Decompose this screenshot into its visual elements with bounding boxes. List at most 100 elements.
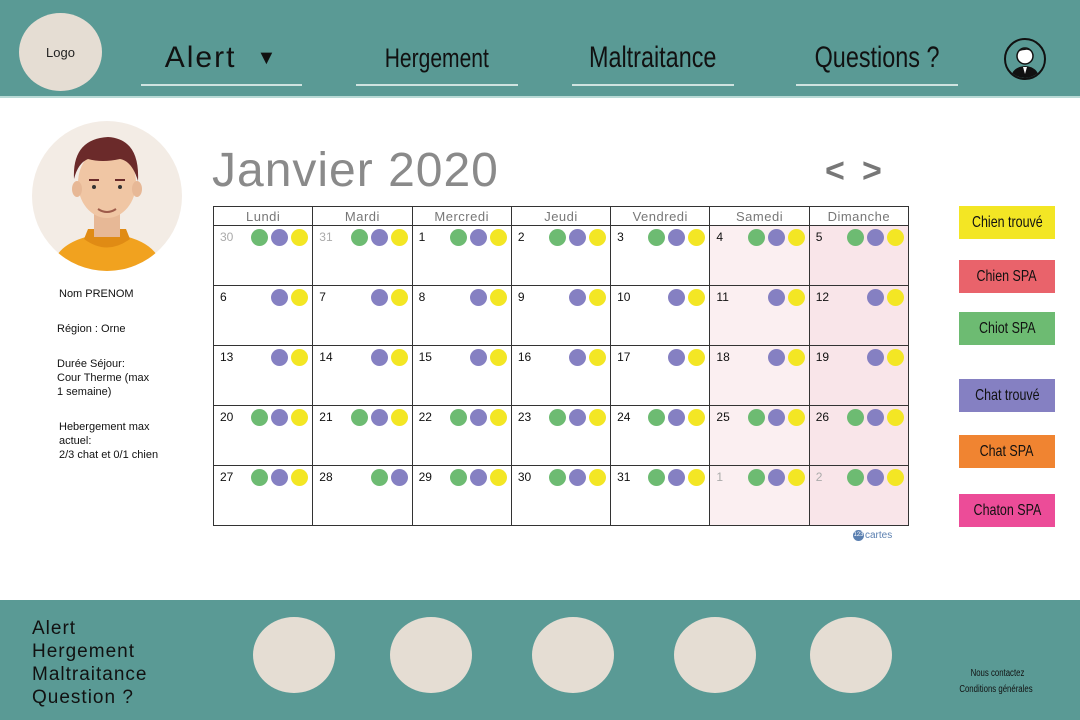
event-dot-purple[interactable] <box>767 469 785 486</box>
calendar-day-cell[interactable]: 25 <box>709 405 810 466</box>
footer-link-question[interactable]: Question ? <box>32 686 148 709</box>
event-dot-green[interactable] <box>549 229 567 246</box>
event-dot-yellow[interactable] <box>291 289 309 306</box>
footer-social-button[interactable] <box>810 617 892 693</box>
calendar-day-cell[interactable]: 1 <box>709 465 810 526</box>
event-dot-yellow[interactable] <box>688 289 706 306</box>
event-dot-green[interactable] <box>350 229 368 246</box>
footer-social-button[interactable] <box>532 617 614 693</box>
event-dot-green[interactable] <box>747 469 765 486</box>
footer-social-button[interactable] <box>674 617 756 693</box>
event-dot-purple[interactable] <box>469 349 487 366</box>
event-dot-purple[interactable] <box>767 229 785 246</box>
logo[interactable]: Logo <box>19 13 102 91</box>
event-dot-purple[interactable] <box>469 289 487 306</box>
event-dot-purple[interactable] <box>767 289 785 306</box>
calendar-day-cell[interactable]: 31 <box>610 465 711 526</box>
event-dot-purple[interactable] <box>668 349 686 366</box>
footer-conditions-link[interactable]: Conditions générales <box>940 684 1052 695</box>
event-dot-purple[interactable] <box>569 289 587 306</box>
calendar-day-cell[interactable]: 17 <box>610 345 711 406</box>
event-dot-purple[interactable] <box>569 349 587 366</box>
event-dot-green[interactable] <box>251 229 269 246</box>
event-dot-yellow[interactable] <box>489 229 507 246</box>
calendar-day-cell[interactable]: 6 <box>212 285 314 346</box>
event-dot-yellow[interactable] <box>787 289 805 306</box>
event-dot-green[interactable] <box>847 409 864 426</box>
calendar-day-cell[interactable]: 7 <box>312 285 413 346</box>
event-dot-green[interactable] <box>847 229 864 246</box>
calendar-day-cell[interactable]: 4 <box>709 225 810 286</box>
event-dot-purple[interactable] <box>569 469 587 486</box>
event-dot-yellow[interactable] <box>589 229 607 246</box>
event-dot-green[interactable] <box>648 469 666 486</box>
event-dot-yellow[interactable] <box>390 289 408 306</box>
event-dot-yellow[interactable] <box>589 289 607 306</box>
event-dot-yellow[interactable] <box>291 409 309 426</box>
event-dot-purple[interactable] <box>569 409 587 426</box>
event-dot-purple[interactable] <box>271 349 289 366</box>
event-dot-green[interactable] <box>350 409 368 426</box>
event-dot-yellow[interactable] <box>688 409 706 426</box>
calendar-day-cell[interactable]: 22 <box>411 405 512 466</box>
event-dot-green[interactable] <box>449 409 467 426</box>
event-dot-yellow[interactable] <box>291 469 309 486</box>
event-dot-purple[interactable] <box>469 409 487 426</box>
calendar-day-cell[interactable]: 2 <box>510 225 612 286</box>
event-dot-purple[interactable] <box>370 349 388 366</box>
event-dot-purple[interactable] <box>469 229 487 246</box>
calendar-day-cell[interactable]: 15 <box>411 345 512 406</box>
nav-maltraitance[interactable]: Maltraitance <box>572 30 734 86</box>
event-dot-purple[interactable] <box>668 229 686 246</box>
nav-alert[interactable]: Alert ▼ <box>141 30 302 86</box>
event-dot-purple[interactable] <box>668 289 686 306</box>
chevron-right-icon[interactable]: > <box>862 152 882 191</box>
calendar-day-cell[interactable]: 24 <box>610 405 711 466</box>
calendar-day-cell[interactable]: 5 <box>808 225 910 286</box>
calendar-day-cell[interactable]: 12 <box>808 285 910 346</box>
event-dot-yellow[interactable] <box>688 469 706 486</box>
event-dot-yellow[interactable] <box>787 229 805 246</box>
footer-link-alert[interactable]: Alert <box>32 617 148 640</box>
event-dot-yellow[interactable] <box>887 289 904 306</box>
event-dot-purple[interactable] <box>668 409 686 426</box>
calendar-day-cell[interactable]: 23 <box>510 405 612 466</box>
calendar-day-cell[interactable]: 27 <box>212 465 314 526</box>
event-dot-yellow[interactable] <box>291 229 309 246</box>
legend-item[interactable]: Chien SPA <box>959 260 1055 293</box>
calendar-day-cell[interactable]: 10 <box>610 285 711 346</box>
event-dot-green[interactable] <box>449 469 467 486</box>
event-dot-green[interactable] <box>549 409 567 426</box>
event-dot-yellow[interactable] <box>291 349 309 366</box>
event-dot-purple[interactable] <box>271 409 289 426</box>
event-dot-purple[interactable] <box>271 289 289 306</box>
event-dot-green[interactable] <box>747 229 765 246</box>
calendar-day-cell[interactable]: 1 <box>411 225 512 286</box>
calendar-day-cell[interactable]: 30 <box>212 225 314 286</box>
event-dot-yellow[interactable] <box>589 349 607 366</box>
event-dot-green[interactable] <box>648 229 666 246</box>
event-dot-yellow[interactable] <box>489 409 507 426</box>
calendar-day-cell[interactable]: 18 <box>709 345 810 406</box>
footer-social-button[interactable] <box>390 617 472 693</box>
calendar-day-cell[interactable]: 13 <box>212 345 314 406</box>
calendar-day-cell[interactable]: 28 <box>312 465 413 526</box>
event-dot-purple[interactable] <box>767 349 785 366</box>
event-dot-green[interactable] <box>251 409 269 426</box>
event-dot-purple[interactable] <box>867 229 884 246</box>
event-dot-yellow[interactable] <box>589 469 607 486</box>
calendar-day-cell[interactable]: 21 <box>312 405 413 466</box>
event-dot-purple[interactable] <box>370 409 388 426</box>
calendar-day-cell[interactable]: 16 <box>510 345 612 406</box>
event-dot-purple[interactable] <box>390 469 408 486</box>
event-dot-green[interactable] <box>847 469 864 486</box>
footer-link-maltraitance[interactable]: Maltraitance <box>32 663 148 686</box>
calendar-day-cell[interactable]: 8 <box>411 285 512 346</box>
calendar-day-cell[interactable]: 3 <box>610 225 711 286</box>
calendar-day-cell[interactable]: 30 <box>510 465 612 526</box>
calendar-day-cell[interactable]: 20 <box>212 405 314 466</box>
chevron-left-icon[interactable]: < <box>825 152 845 191</box>
event-dot-green[interactable] <box>449 229 467 246</box>
footer-contact-link[interactable]: Nous contactez <box>952 668 1042 679</box>
event-dot-green[interactable] <box>648 409 666 426</box>
